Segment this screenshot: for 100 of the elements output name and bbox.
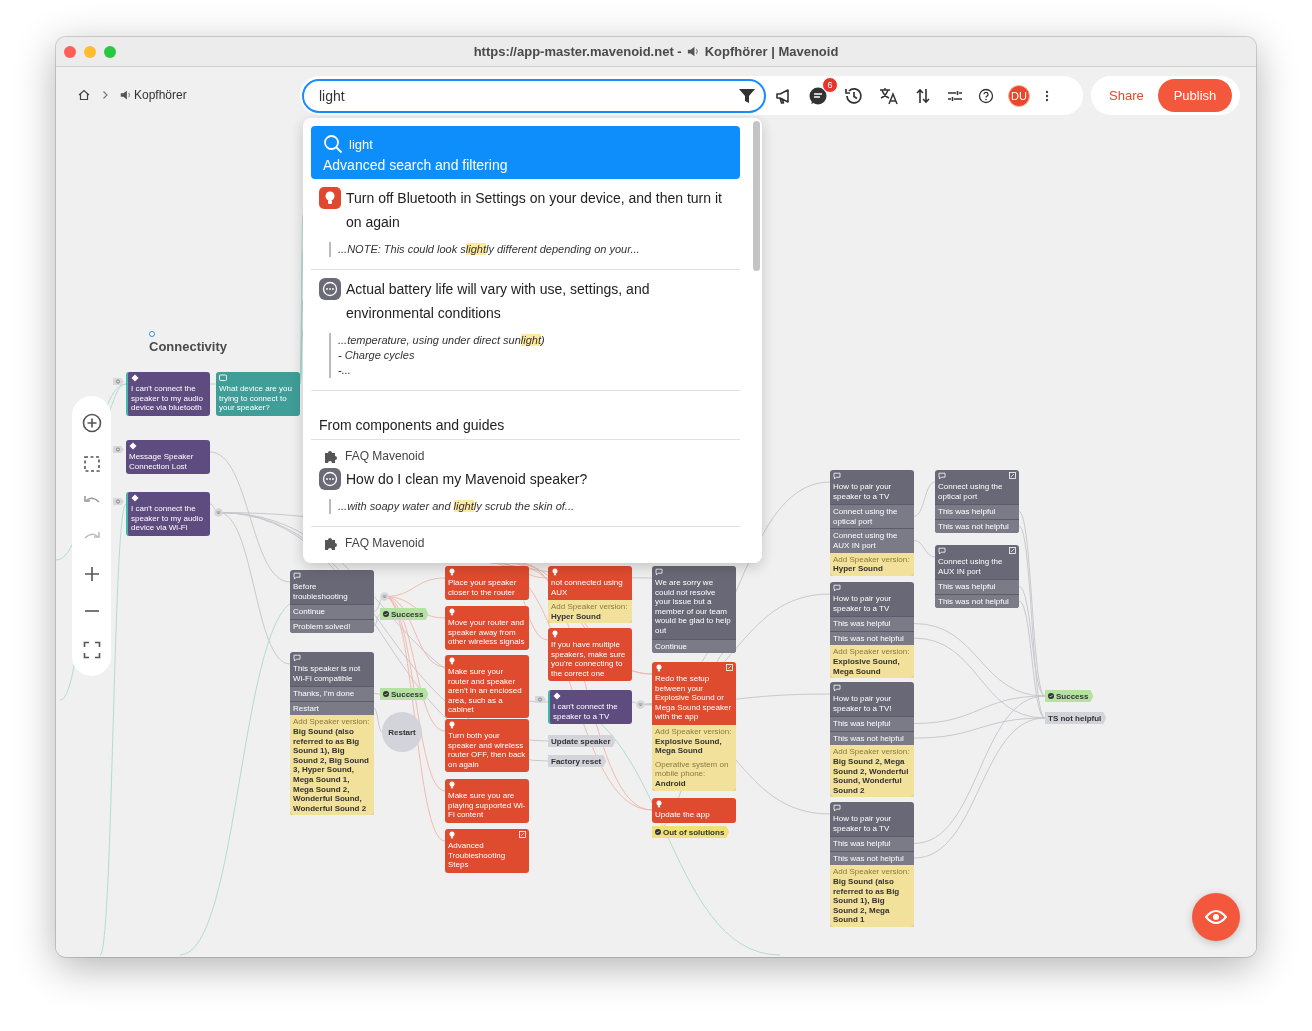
node-card[interactable]: Connect using the optical port This was helpful This was not helpful	[935, 470, 1019, 534]
node-card[interactable]: Turn both your speaker and wireless router OFF, then back on again	[445, 719, 529, 773]
add-circle-icon[interactable]	[81, 412, 102, 433]
node-card[interactable]: I can't connect the speaker to my audio device via bluetooth	[126, 372, 210, 416]
node-option[interactable]: This was helpful	[935, 504, 1019, 519]
bulb-icon	[551, 630, 559, 638]
translate-icon[interactable]	[878, 85, 900, 106]
window-control-icon[interactable]	[64, 45, 76, 58]
node-card[interactable]: I can't connect the speaker to a TV	[548, 690, 632, 725]
search-query: light	[349, 136, 373, 152]
user-avatar[interactable]: DU	[1008, 84, 1030, 107]
node-card[interactable]: Connect using the AUX IN port This was helpful This was not helpful	[935, 545, 1019, 609]
preview-button[interactable]	[1192, 893, 1240, 941]
node-title: Message Speaker Connection Lost	[128, 451, 195, 473]
window-title: Kopfhörer | Mavenoid	[704, 44, 839, 59]
chat-icon	[938, 547, 946, 555]
publish-button[interactable]: Publish	[1157, 79, 1233, 112]
outcome-tag[interactable]: Success	[1045, 690, 1094, 702]
bulb-icon	[655, 800, 663, 808]
condition-label: Add Speaker version:	[833, 747, 911, 757]
outcome-tag[interactable]: Out of solutions	[652, 826, 730, 838]
node-card[interactable]: Advanced Troubleshooting Steps	[445, 829, 529, 873]
node-title: Make sure your router and speaker aren't in an enclosed area, such as a cabinet	[447, 666, 523, 717]
selection-icon[interactable]	[82, 454, 101, 473]
chat-icon	[293, 654, 301, 662]
source-label: FAQ Mavenoid	[345, 536, 425, 550]
node-card[interactable]: How to pair your speaker to a TV This was helpful This was not helpful Add Speaker version: Big Sound (also referred to as Big Sound 1), Big Sound 2, Mega Sound 1	[830, 802, 914, 927]
node-card[interactable]: How to pair your speaker to a TV Connect using the optical port Connect using the AUX IN port Add Speaker version: Hyper Sound	[830, 470, 914, 576]
bulb-icon	[448, 608, 456, 616]
question-box-icon	[219, 374, 227, 382]
node-option[interactable]: Continue	[290, 604, 374, 619]
outcome-tag[interactable]: Success	[380, 688, 429, 700]
node-card[interactable]: Make sure you are playing supported Wi-Fi content	[445, 779, 529, 823]
share-button[interactable]: Share	[1099, 79, 1154, 112]
bulb-icon	[655, 664, 663, 672]
result-title[interactable]: Actual battery life will vary with use, settings, and environmental conditions	[346, 277, 732, 325]
node-card[interactable]: How to pair your speaker to a TV This was helpful This was not helpful Add Speaker version: Explosive Sound, Mega Sound	[830, 582, 914, 679]
node-card[interactable]: Move your router and speaker away from other wireless signals	[445, 606, 529, 650]
scrollbar-thumb[interactable]	[753, 121, 760, 271]
link-flag-icon	[113, 446, 124, 453]
node-option[interactable]: Continue	[652, 638, 736, 654]
result-title[interactable]: Turn off Bluetooth in Settings on your device, and then turn it on again	[346, 186, 732, 234]
outcome-tag[interactable]: Success	[380, 608, 429, 620]
router-node-icon	[214, 508, 223, 517]
node-card[interactable]: Before troubleshooting Continue Problem solved!	[290, 570, 374, 634]
help-icon[interactable]	[978, 87, 994, 104]
node-card[interactable]: Redo the setup between your Explosive Sound or Mega Sound speaker with the app Add Speaker version: Explosive Sound, Mega Sound Operative system on mobile phone: Android	[652, 662, 736, 791]
node-card[interactable]: How to pair your speaker to a TV! This was helpful This was not helpful Add Speaker version: Big Sound 2, Mega Sound 2, Wonderful Sound, Wonderful Sound 2	[830, 682, 914, 798]
node-option[interactable]: Thanks, I'm done	[290, 686, 374, 701]
bulb-icon	[551, 568, 559, 576]
result-snippet: ...NOTE: This could look slightly different depending on your...	[329, 242, 732, 257]
node-option[interactable]: Connect using the AUX IN port	[830, 528, 914, 553]
node-card[interactable]: I can't connect the speaker to my audio device via Wi-Fi	[126, 492, 210, 536]
sort-arrows-icon[interactable]	[914, 86, 932, 105]
section-heading: From components and guides	[311, 391, 740, 440]
condition-value: Explosive Sound, Mega Sound	[833, 656, 901, 677]
tag-label: Success	[391, 689, 424, 699]
node-card[interactable]: What device are you trying to connect to your speaker?	[216, 372, 300, 416]
chat-icon	[655, 568, 663, 576]
node-option[interactable]: This was helpful	[830, 836, 914, 851]
outcome-tag[interactable]: Update speaker	[548, 735, 616, 747]
filter-icon[interactable]	[738, 86, 756, 105]
chat-icon	[938, 472, 946, 480]
search-icon	[323, 134, 343, 154]
node-option[interactable]: Connect using the optical port	[830, 504, 914, 529]
tag-label: Out of solutions	[663, 827, 725, 837]
node-card[interactable]	[290, 652, 374, 816]
chat-icon	[319, 468, 341, 490]
zoom-in-icon[interactable]	[83, 565, 100, 582]
tag-label: Restart	[388, 727, 416, 737]
node-title: Redo the setup between your Explosive Sound or Mega Sound speaker with the app	[654, 673, 733, 724]
node-card[interactable]: Update the app	[652, 798, 736, 823]
node-option[interactable]: This was helpful	[830, 716, 914, 731]
outcome-tag[interactable]: Restart	[382, 712, 422, 752]
search-field[interactable]: light	[302, 78, 766, 113]
node-option[interactable]: This was helpful	[830, 616, 914, 631]
node-card[interactable]: Make sure your router and speaker aren't in an enclosed area, such as a cabinet	[445, 655, 529, 718]
node-card[interactable]: We are sorry we could not resolve your issue but a member of our team would be glad to help out Continue	[652, 566, 736, 654]
breadcrumb-item[interactable]: Kopfhörer	[134, 88, 187, 102]
history-icon[interactable]	[844, 85, 864, 106]
link-flag-icon	[113, 498, 124, 505]
node-card[interactable]: If you have multiple speakers, make sure you're connecting to the correct one	[548, 628, 632, 682]
node-title: We are sorry we could not resolve your issue but a member of our team would be glad to help out	[654, 577, 732, 637]
node-title: What device are you trying to connect to your speaker?	[218, 383, 293, 415]
outcome-tag[interactable]: TS not helpful	[1045, 712, 1107, 724]
node-title: Connect using the optical port	[937, 481, 1004, 503]
search-option[interactable]: light Advanced search and filtering	[311, 126, 740, 179]
node-card[interactable]: not connected using AUX Add Speaker version: Hyper Sound	[548, 566, 632, 624]
node-card[interactable]: Place your speaker closer to the router	[445, 566, 529, 601]
condition-label: Operative system on mobile phone:	[655, 759, 730, 779]
diamond-icon	[553, 692, 561, 700]
outcome-tag[interactable]: Factory reset	[548, 755, 607, 767]
node-option[interactable]: This was helpful	[935, 579, 1019, 594]
fullscreen-icon[interactable]	[82, 641, 101, 660]
node-title: If you have multiple speakers, make sure you're connecting to the correct one	[550, 639, 627, 680]
result-title[interactable]: How do I clean my Mavenoid speaker?	[346, 467, 588, 491]
tag-label: Factory reset	[551, 756, 602, 766]
diamond-icon	[131, 494, 139, 502]
node-card[interactable]: Message Speaker Connection Lost	[126, 440, 210, 475]
home-icon[interactable]	[77, 88, 91, 102]
